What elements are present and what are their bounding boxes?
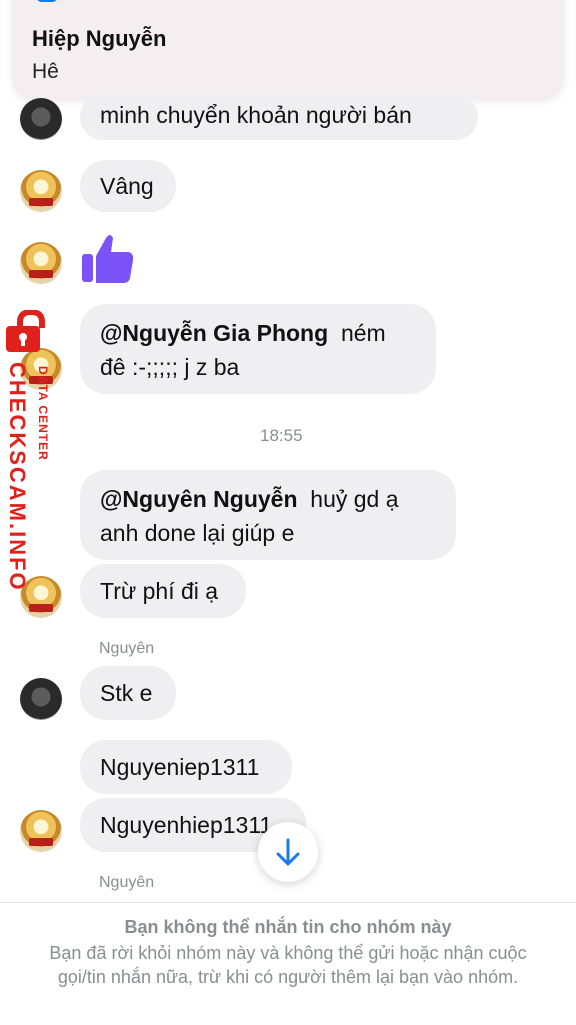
message-line: @Nguyên Nguyễn huỷ gd ạ [100, 482, 436, 516]
avatar[interactable] [20, 678, 62, 720]
footer-body: Bạn đã rời khỏi nhóm này và không thể gử… [49, 943, 527, 987]
notification-message: Hê [32, 60, 59, 83]
message-text: Vâng [100, 173, 154, 199]
message-bubble[interactable]: Stk e [80, 666, 176, 720]
notification-banner[interactable]: Hiệp Nguyễn Hê [12, 0, 564, 100]
avatar[interactable] [20, 810, 62, 852]
message-text: Stk e [100, 680, 153, 706]
avatar[interactable] [20, 242, 62, 284]
message-text: Nguyenhiep1311 [100, 812, 273, 838]
mention-text[interactable]: @Nguyên Nguyễn [100, 486, 298, 512]
message-bubble[interactable]: Vâng [80, 160, 176, 212]
notification-app-icon [36, 0, 58, 2]
message-bubble[interactable]: Trừ phí đi ạ [80, 564, 246, 618]
timestamp: 18:55 [260, 426, 303, 445]
message-text: minh chuyển khoản người bán [100, 102, 412, 128]
arrow-down-icon [276, 838, 300, 866]
message-text: đê :-;;;;; j z ba [100, 354, 240, 380]
thumbs-up-icon[interactable] [80, 230, 136, 286]
footer-title: Bạn không thể nhắn tin cho nhóm này [124, 917, 452, 937]
message-line: @Nguyễn Gia Phong ném [100, 316, 416, 350]
message-text: Nguyeniep1311 [100, 754, 260, 780]
message-bubble[interactable]: @Nguyên Nguyễn huỷ gd ạ anh done lại giú… [80, 470, 456, 560]
sender-name: Nguyên [99, 874, 155, 891]
message-text: Trừ phí đi ạ [100, 578, 219, 604]
message-text: ném [340, 320, 386, 346]
mention-text[interactable]: @Nguyễn Gia Phong [100, 320, 328, 346]
message-bubble[interactable]: Nguyeniep1311 [80, 740, 292, 794]
message-bubble[interactable]: minh chuyển khoản người bán [80, 94, 478, 140]
avatar[interactable] [20, 98, 62, 140]
scroll-to-bottom-button[interactable] [258, 822, 318, 882]
avatar[interactable] [20, 170, 62, 212]
watermark-brand: CHECKSCAM.INFO [5, 362, 30, 592]
sender-name: Nguyên [99, 640, 155, 657]
message-bubble[interactable]: @Nguyễn Gia Phong ném đê :-;;;;; j z ba [80, 304, 436, 394]
message-text: huỷ gd ạ [310, 486, 399, 512]
lock-icon [2, 308, 60, 354]
watermark-sub: DATA CENTER [36, 366, 50, 461]
message-text: anh done lại giúp e [100, 520, 295, 546]
notification-sender: Hiệp Nguyễn [32, 26, 167, 51]
footer-panel: Bạn không thể nhắn tin cho nhóm này Bạn … [0, 902, 576, 1025]
watermark: CHECKSCAM.INFO DATA CENTER [0, 308, 62, 600]
